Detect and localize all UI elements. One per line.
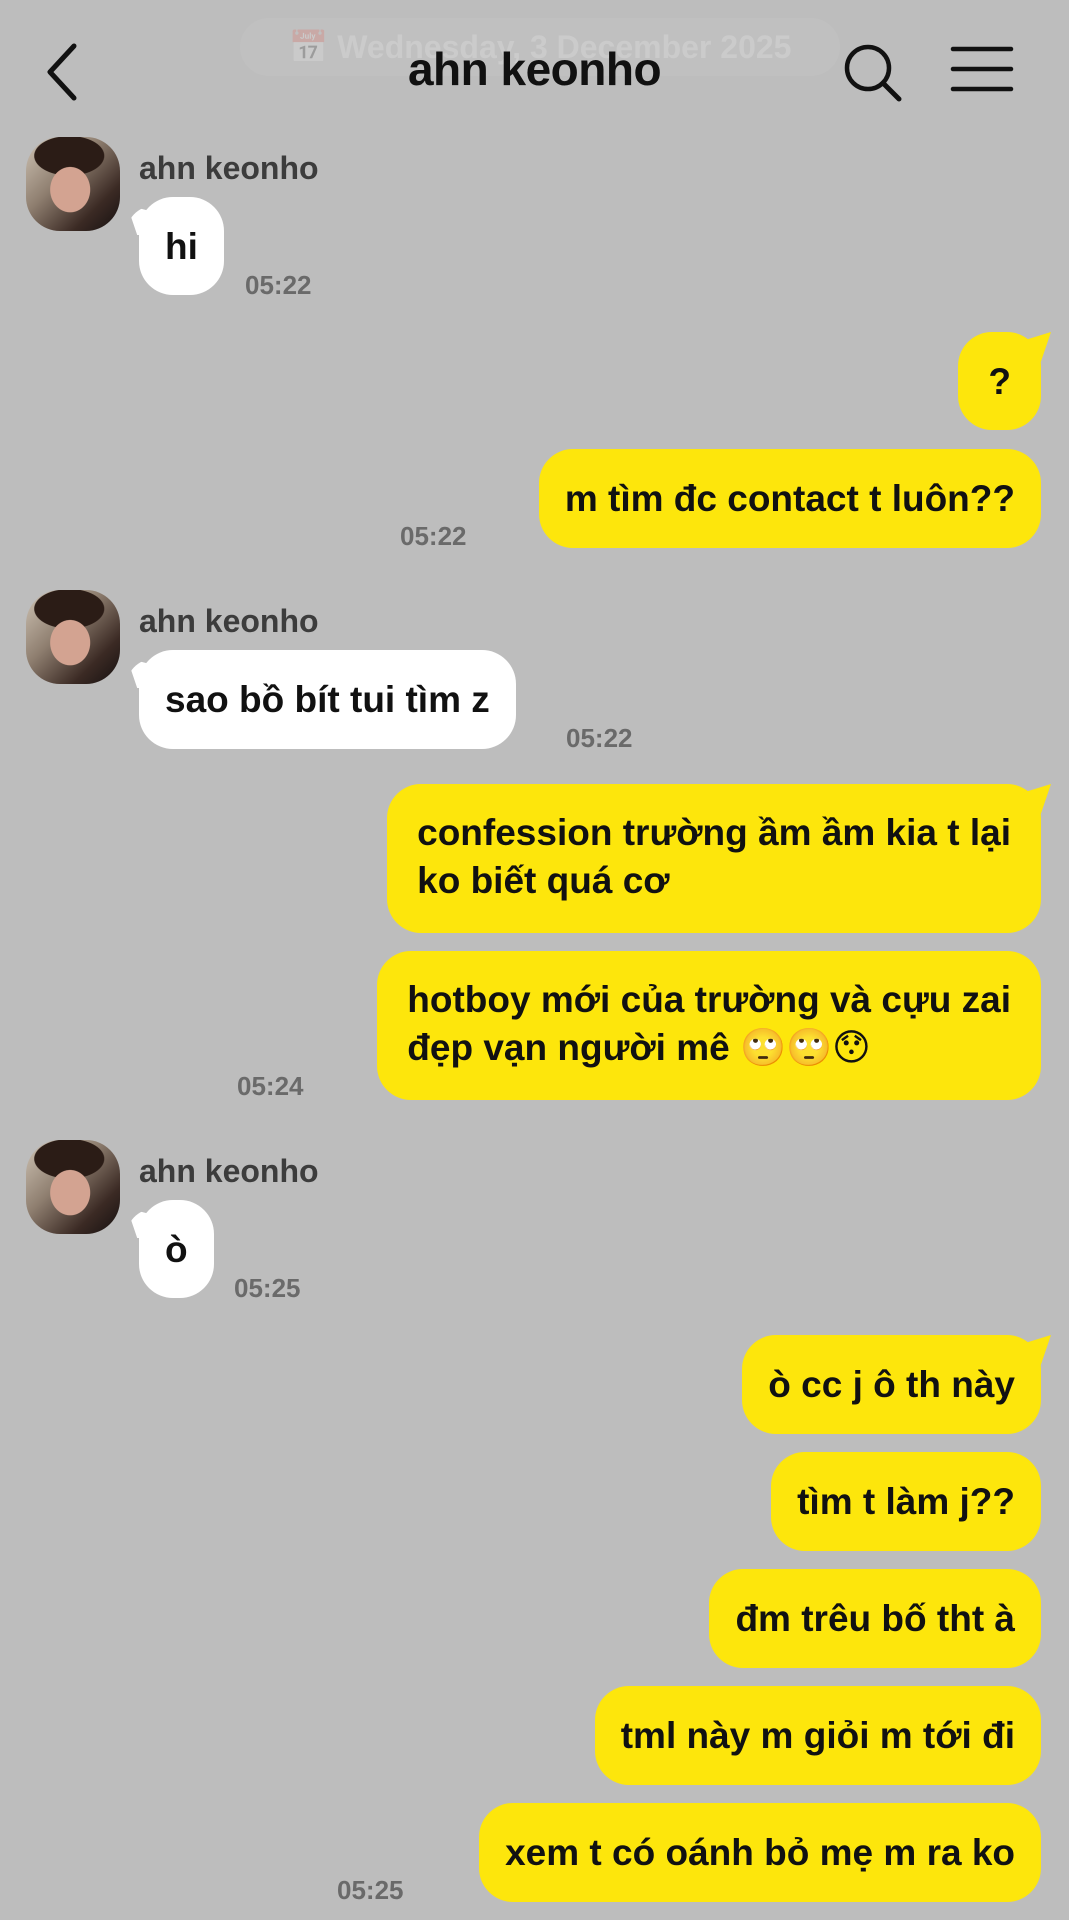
incoming-message[interactable]: ò [139,1200,214,1298]
message-text: ò [165,1229,188,1270]
back-button[interactable] [40,38,90,106]
chevron-left-icon [47,43,77,101]
hamburger-menu-icon [950,46,1014,92]
outgoing-message[interactable]: ò cc j ô th này [742,1335,1041,1434]
outgoing-message[interactable]: đm trêu bố tht à [709,1569,1041,1668]
outgoing-message[interactable]: ? [958,332,1041,430]
outgoing-message[interactable]: hotboy mới của trường và cựu zai đẹp vạn… [377,951,1041,1100]
message-text-line: ko biết quá cơ [417,860,670,901]
message-time: 05:25 [234,1273,301,1303]
sender-name: ahn keonho [139,150,319,186]
message-time: 05:24 [237,1071,304,1101]
search-icon [844,44,902,102]
message-text: xem t có oánh bỏ mẹ m ra ko [505,1832,1015,1873]
message-text: sao bồ bít tui tìm z [165,679,490,720]
avatar[interactable] [26,1140,120,1234]
outgoing-message[interactable]: tml này m giỏi m tới đi [594,1686,1041,1785]
message-text: tml này m giỏi m tới đi [620,1715,1015,1756]
message-time: 05:22 [566,723,633,753]
outgoing-message[interactable]: tìm t làm j?? [771,1452,1041,1551]
message-text-line: đẹp vạn người mê 🙄🙄😯 [407,1027,871,1068]
message-time: 05:22 [245,270,312,300]
message-text: tìm t làm j?? [797,1481,1015,1522]
message-text: m tìm đc contact t luôn?? [564,478,1015,519]
message-text: đm trêu bố tht à [735,1598,1015,1639]
incoming-message[interactable]: hi [139,197,224,295]
outgoing-message[interactable]: confession trường ầm ầm kia t lại ko biế… [387,784,1041,933]
outgoing-message[interactable]: xem t có oánh bỏ mẹ m ra ko [479,1803,1041,1902]
avatar[interactable] [26,590,120,684]
message-text-line: hotboy mới của trường và cựu zai [407,979,1011,1020]
chat-header: 📅 Wednesday, 3 December 2025 ahn keonho [0,0,1069,140]
avatar[interactable] [26,137,120,231]
outgoing-message[interactable]: m tìm đc contact t luôn?? [538,449,1041,548]
sender-name: ahn keonho [139,1153,319,1189]
search-button[interactable] [842,42,904,104]
message-text: ? [988,361,1011,402]
menu-button[interactable] [950,44,1014,94]
message-time: 05:22 [400,521,467,551]
sender-name: ahn keonho [139,603,319,639]
chat-title: ahn keonho [407,43,662,95]
message-text-line: confession trường ầm ầm kia t lại [417,812,1011,853]
message-time: 05:25 [337,1875,404,1905]
message-text: hi [165,226,198,267]
message-text: ò cc j ô th này [768,1364,1015,1405]
incoming-message[interactable]: sao bồ bít tui tìm z [139,650,516,749]
